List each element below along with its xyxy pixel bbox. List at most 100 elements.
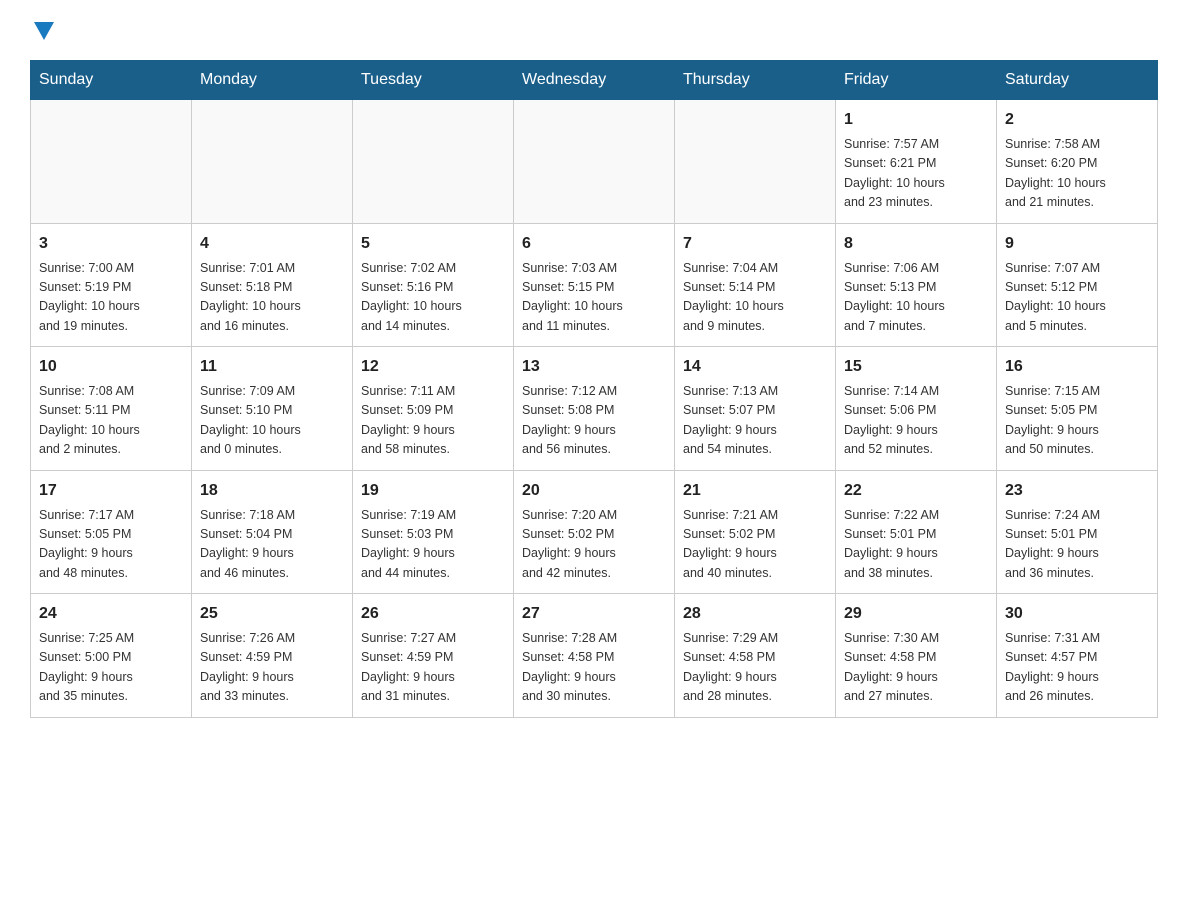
calendar-cell: 19Sunrise: 7:19 AM Sunset: 5:03 PM Dayli… — [353, 470, 514, 594]
day-number: 9 — [1005, 232, 1149, 256]
calendar-table: SundayMondayTuesdayWednesdayThursdayFrid… — [30, 60, 1158, 718]
calendar-cell: 10 Sunrise: 7:08 AM Sunset: 5:11 PM Dayli… — [31, 347, 192, 471]
day-info: Sunrise: 7:22 AM Sunset: 5:01 PM Dayligh… — [844, 506, 988, 584]
day-number: 5 — [361, 232, 505, 256]
calendar-cell: 16 Sunrise: 7:15 AM Sunset: 5:05 PM Dayli… — [997, 347, 1158, 471]
weekday-header-friday: Friday — [836, 61, 997, 100]
calendar-week-1: 1 Sunrise: 7:57 AM Sunset: 6:21 PM Daylig… — [31, 100, 1158, 224]
day-info: Sunrise: 7:18 AM Sunset: 5:04 PM Dayligh… — [200, 506, 344, 584]
calendar-cell: 9 Sunrise: 7:07 AM Sunset: 5:12 PM Daylig… — [997, 223, 1158, 347]
day-info: Sunrise: 7:13 AM Sunset: 5:07 PM Dayligh… — [683, 382, 827, 460]
day-info: Sunrise: 7:03 AM Sunset: 5:15 PM Dayligh… — [522, 259, 666, 337]
calendar-cell: 28Sunrise: 7:29 AM Sunset: 4:58 PM Dayli… — [675, 594, 836, 718]
calendar-cell: 5 Sunrise: 7:02 AM Sunset: 5:16 PM Daylig… — [353, 223, 514, 347]
day-number: 21 — [683, 479, 827, 503]
calendar-cell: 13 Sunrise: 7:12 AM Sunset: 5:08 PM Dayli… — [514, 347, 675, 471]
calendar-week-5: 24 Sunrise: 7:25 AM Sunset: 5:00 PM Dayli… — [31, 594, 1158, 718]
calendar-cell: 23 Sunrise: 7:24 AM Sunset: 5:01 PM Dayli… — [997, 470, 1158, 594]
calendar-cell — [31, 100, 192, 224]
day-number: 12 — [361, 355, 505, 379]
day-info: Sunrise: 7:31 AM Sunset: 4:57 PM Dayligh… — [1005, 629, 1149, 707]
day-info: Sunrise: 7:07 AM Sunset: 5:12 PM Dayligh… — [1005, 259, 1149, 337]
calendar-cell: 22 Sunrise: 7:22 AM Sunset: 5:01 PM Dayli… — [836, 470, 997, 594]
logo-triangle-icon — [34, 22, 54, 42]
day-number: 7 — [683, 232, 827, 256]
calendar-cell: 3 Sunrise: 7:00 AM Sunset: 5:19 PM Daylig… — [31, 223, 192, 347]
day-number: 18 — [200, 479, 344, 503]
day-number: 14 — [683, 355, 827, 379]
day-number: 26 — [361, 602, 505, 626]
day-info: Sunrise: 7:17 AM Sunset: 5:05 PM Dayligh… — [39, 506, 183, 584]
calendar-cell — [192, 100, 353, 224]
day-info: Sunrise: 7:29 AM Sunset: 4:58 PM Dayligh… — [683, 629, 827, 707]
calendar-cell: 18 Sunrise: 7:18 AM Sunset: 5:04 PM Dayli… — [192, 470, 353, 594]
day-number: 2 — [1005, 108, 1149, 132]
day-number: 19 — [361, 479, 505, 503]
day-number: 15 — [844, 355, 988, 379]
calendar-cell: 27 Sunrise: 7:28 AM Sunset: 4:58 PM Dayli… — [514, 594, 675, 718]
weekday-header-sunday: Sunday — [31, 61, 192, 100]
calendar-cell: 1 Sunrise: 7:57 AM Sunset: 6:21 PM Daylig… — [836, 100, 997, 224]
day-number: 16 — [1005, 355, 1149, 379]
day-info: Sunrise: 7:27 AM Sunset: 4:59 PM Dayligh… — [361, 629, 505, 707]
day-info: Sunrise: 7:11 AM Sunset: 5:09 PM Dayligh… — [361, 382, 505, 460]
logo — [30, 20, 54, 42]
day-number: 13 — [522, 355, 666, 379]
calendar-cell: 8 Sunrise: 7:06 AM Sunset: 5:13 PM Daylig… — [836, 223, 997, 347]
day-number: 30 — [1005, 602, 1149, 626]
calendar-cell: 29Sunrise: 7:30 AM Sunset: 4:58 PM Dayli… — [836, 594, 997, 718]
calendar-cell: 14 Sunrise: 7:13 AM Sunset: 5:07 PM Dayli… — [675, 347, 836, 471]
calendar-week-3: 10 Sunrise: 7:08 AM Sunset: 5:11 PM Dayli… — [31, 347, 1158, 471]
calendar-cell: 15 Sunrise: 7:14 AM Sunset: 5:06 PM Dayli… — [836, 347, 997, 471]
calendar-week-2: 3 Sunrise: 7:00 AM Sunset: 5:19 PM Daylig… — [31, 223, 1158, 347]
weekday-header-monday: Monday — [192, 61, 353, 100]
calendar-cell: 17 Sunrise: 7:17 AM Sunset: 5:05 PM Dayli… — [31, 470, 192, 594]
calendar-cell — [514, 100, 675, 224]
day-number: 25 — [200, 602, 344, 626]
day-number: 23 — [1005, 479, 1149, 503]
weekday-header-thursday: Thursday — [675, 61, 836, 100]
day-info: Sunrise: 7:24 AM Sunset: 5:01 PM Dayligh… — [1005, 506, 1149, 584]
day-info: Sunrise: 7:21 AM Sunset: 5:02 PM Dayligh… — [683, 506, 827, 584]
weekday-header-saturday: Saturday — [997, 61, 1158, 100]
day-info: Sunrise: 7:08 AM Sunset: 5:11 PM Dayligh… — [39, 382, 183, 460]
day-info: Sunrise: 7:09 AM Sunset: 5:10 PM Dayligh… — [200, 382, 344, 460]
day-number: 24 — [39, 602, 183, 626]
calendar-cell — [353, 100, 514, 224]
day-info: Sunrise: 7:20 AM Sunset: 5:02 PM Dayligh… — [522, 506, 666, 584]
day-number: 8 — [844, 232, 988, 256]
day-info: Sunrise: 7:58 AM Sunset: 6:20 PM Dayligh… — [1005, 135, 1149, 213]
calendar-cell: 4 Sunrise: 7:01 AM Sunset: 5:18 PM Daylig… — [192, 223, 353, 347]
day-info: Sunrise: 7:15 AM Sunset: 5:05 PM Dayligh… — [1005, 382, 1149, 460]
calendar-header-row: SundayMondayTuesdayWednesdayThursdayFrid… — [31, 61, 1158, 100]
day-info: Sunrise: 7:02 AM Sunset: 5:16 PM Dayligh… — [361, 259, 505, 337]
day-number: 29 — [844, 602, 988, 626]
day-number: 4 — [200, 232, 344, 256]
day-number: 27 — [522, 602, 666, 626]
calendar-cell: 12 Sunrise: 7:11 AM Sunset: 5:09 PM Dayli… — [353, 347, 514, 471]
day-info: Sunrise: 7:57 AM Sunset: 6:21 PM Dayligh… — [844, 135, 988, 213]
day-number: 17 — [39, 479, 183, 503]
day-number: 6 — [522, 232, 666, 256]
calendar-cell: 25 Sunrise: 7:26 AM Sunset: 4:59 PM Dayli… — [192, 594, 353, 718]
day-info: Sunrise: 7:00 AM Sunset: 5:19 PM Dayligh… — [39, 259, 183, 337]
day-info: Sunrise: 7:06 AM Sunset: 5:13 PM Dayligh… — [844, 259, 988, 337]
calendar-cell: 30 Sunrise: 7:31 AM Sunset: 4:57 PM Dayli… — [997, 594, 1158, 718]
weekday-header-tuesday: Tuesday — [353, 61, 514, 100]
day-number: 22 — [844, 479, 988, 503]
day-info: Sunrise: 7:25 AM Sunset: 5:00 PM Dayligh… — [39, 629, 183, 707]
day-info: Sunrise: 7:14 AM Sunset: 5:06 PM Dayligh… — [844, 382, 988, 460]
day-number: 11 — [200, 355, 344, 379]
calendar-cell: 20Sunrise: 7:20 AM Sunset: 5:02 PM Dayli… — [514, 470, 675, 594]
day-info: Sunrise: 7:01 AM Sunset: 5:18 PM Dayligh… — [200, 259, 344, 337]
day-info: Sunrise: 7:28 AM Sunset: 4:58 PM Dayligh… — [522, 629, 666, 707]
page-header — [30, 20, 1158, 42]
day-number: 1 — [844, 108, 988, 132]
calendar-cell: 26 Sunrise: 7:27 AM Sunset: 4:59 PM Dayli… — [353, 594, 514, 718]
day-number: 10 — [39, 355, 183, 379]
day-info: Sunrise: 7:26 AM Sunset: 4:59 PM Dayligh… — [200, 629, 344, 707]
day-info: Sunrise: 7:12 AM Sunset: 5:08 PM Dayligh… — [522, 382, 666, 460]
day-number: 3 — [39, 232, 183, 256]
calendar-week-4: 17 Sunrise: 7:17 AM Sunset: 5:05 PM Dayli… — [31, 470, 1158, 594]
calendar-cell: 7Sunrise: 7:04 AM Sunset: 5:14 PM Daylig… — [675, 223, 836, 347]
